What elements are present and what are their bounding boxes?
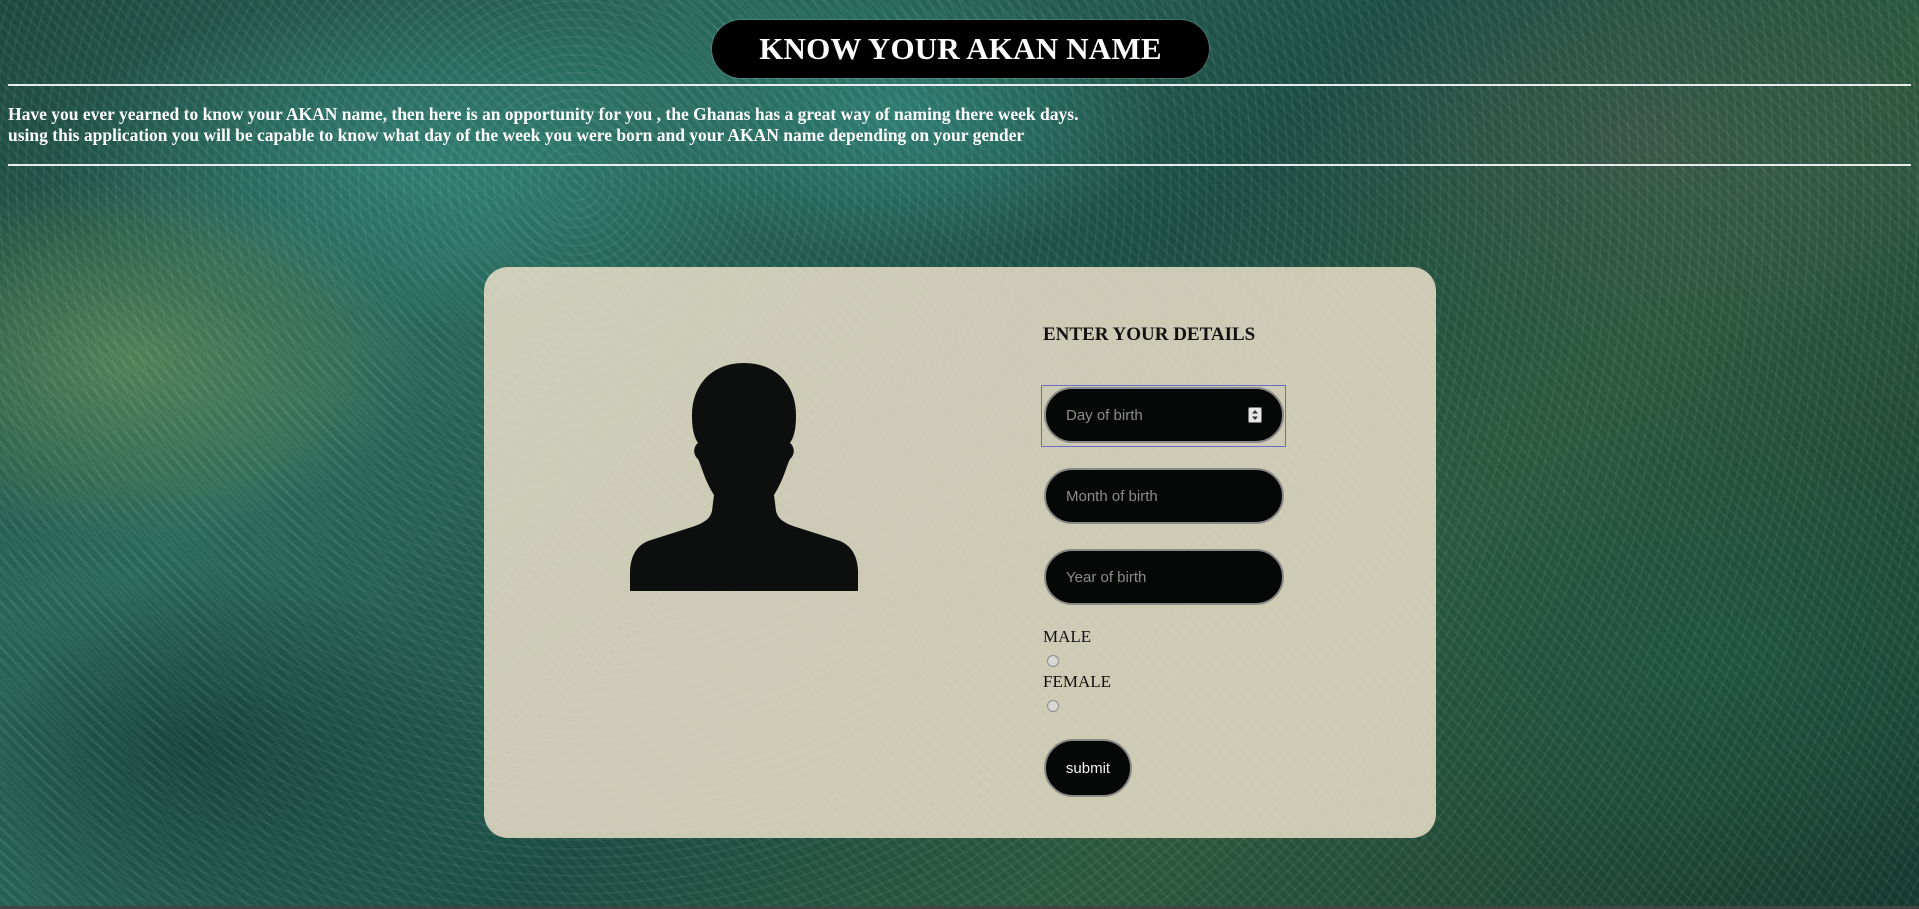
bottom-divider xyxy=(8,164,1911,166)
submit-button[interactable]: submit xyxy=(1044,739,1132,797)
male-label: MALE xyxy=(1043,627,1092,646)
female-label: FEMALE xyxy=(1043,672,1111,691)
month-of-birth-input[interactable] xyxy=(1044,468,1284,524)
person-silhouette-icon xyxy=(630,363,858,591)
title-banner: KNOW YOUR AKAN NAME xyxy=(712,20,1209,78)
intro-text: Have you ever yearned to know your AKAN … xyxy=(8,104,1208,146)
page-title: KNOW YOUR AKAN NAME xyxy=(759,31,1162,66)
details-card: ENTER YOUR DETAILS MALE FEMALE submit xyxy=(484,267,1436,838)
male-radio[interactable] xyxy=(1047,655,1059,667)
form-heading: ENTER YOUR DETAILS xyxy=(1043,324,1256,345)
intro-line-2: using this application you will be capab… xyxy=(8,125,1025,145)
number-spinner-icon[interactable] xyxy=(1248,407,1262,423)
top-divider xyxy=(8,84,1911,86)
female-radio[interactable] xyxy=(1047,700,1059,712)
intro-line-1: Have you ever yearned to know your AKAN … xyxy=(8,104,1079,124)
year-of-birth-input[interactable] xyxy=(1044,549,1284,605)
